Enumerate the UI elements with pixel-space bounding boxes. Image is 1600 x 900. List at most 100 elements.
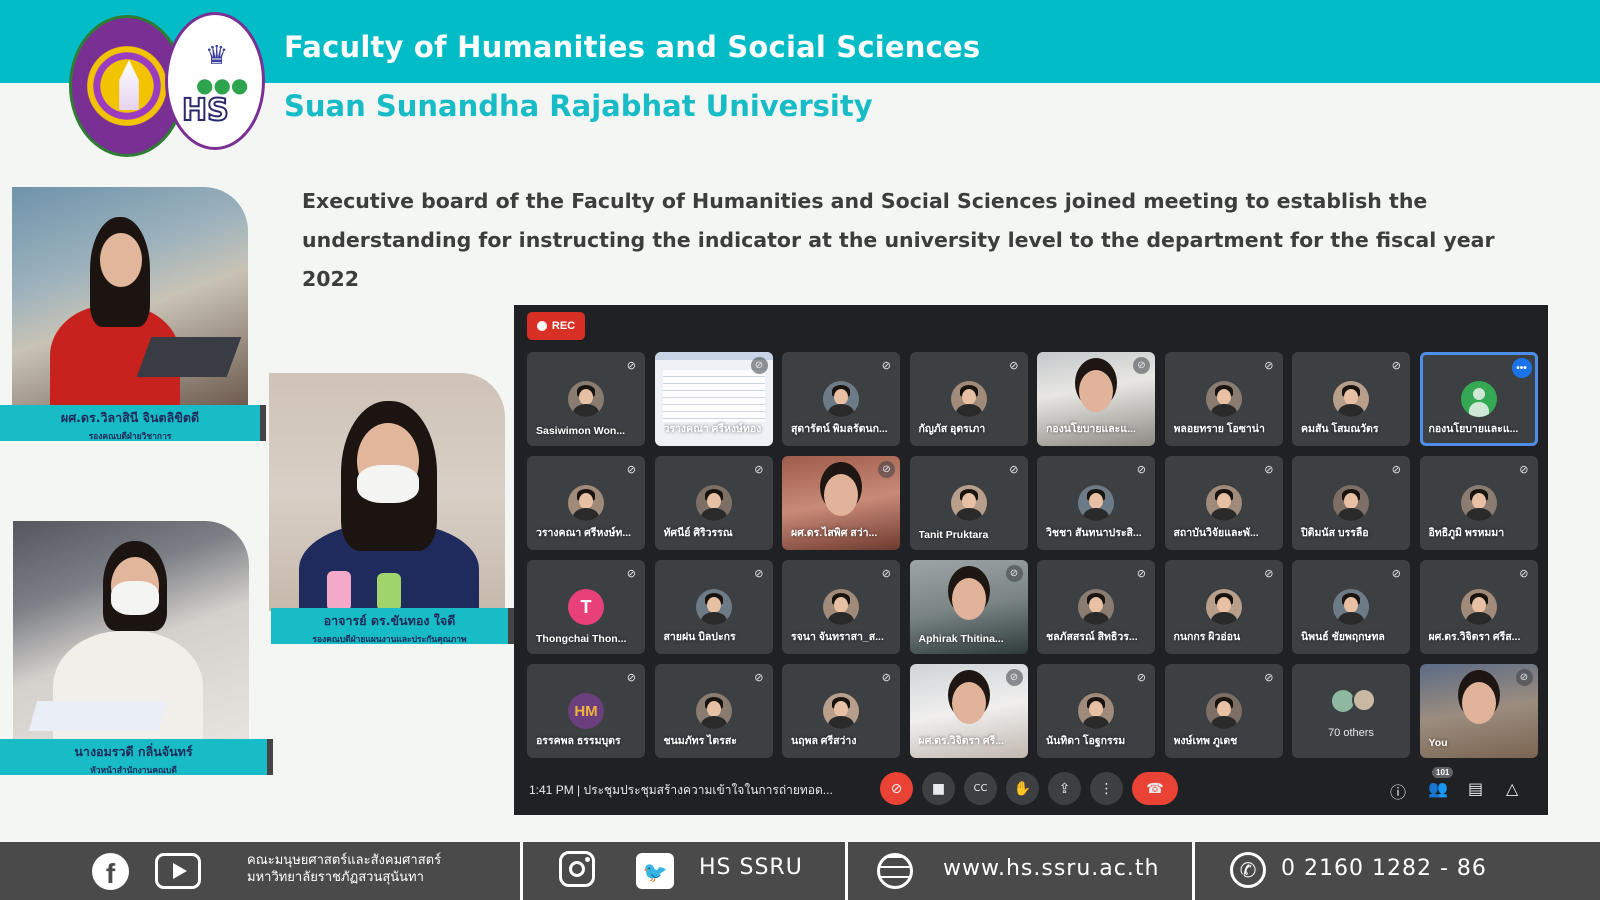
participant-name: พลอยทราย โอซาน่า	[1173, 423, 1265, 435]
faculty-seal-logo: ♛ ●●● HS	[165, 12, 265, 150]
facebook-icon[interactable]: f	[92, 853, 129, 890]
participant-avatar	[568, 485, 604, 521]
participant-tile[interactable]: วิชชา สันทนาประสิ... ⊘	[1037, 456, 1155, 550]
page-title: Faculty of Humanities and Social Science…	[284, 30, 981, 64]
participant-name: อิทธิภูมิ พรหมมา	[1428, 527, 1505, 539]
mic-muted-icon: ⊘	[1391, 567, 1401, 580]
participant-avatar	[695, 485, 732, 521]
present-icon[interactable]: ⇪	[1048, 772, 1081, 805]
face-mask	[111, 581, 159, 615]
participant-avatar	[1078, 485, 1114, 521]
info-icon[interactable]: ⓘ	[1390, 779, 1406, 803]
footer-divider	[1192, 842, 1195, 900]
youtube-icon[interactable]	[155, 853, 201, 889]
participant-name: ชลภัสสรณ์ สิทธิวร...	[1046, 631, 1138, 643]
participant-tile[interactable]: วรางคณา ศรีหงษ์ท... ⊘	[527, 456, 645, 550]
person-name: ผศ.ดร.วิลาสินี จินตลิขิตดี	[60, 410, 200, 425]
more-vert-icon[interactable]: ⋮	[1090, 772, 1123, 805]
mic-off-icon[interactable]: ⊘	[880, 772, 913, 805]
participant-tile[interactable]: ทัศนีย์ ศิริวรรณ ⊘	[654, 456, 773, 550]
participant-tile[interactable]: ผศ.ดร.ไสพิศ สว่า... ⊘	[782, 456, 900, 550]
people-icon[interactable]: 👥	[1428, 779, 1448, 798]
chat-icon[interactable]: ▤	[1468, 779, 1483, 798]
participant-tile[interactable]: นันทิดา โอฐกรรม ⊘	[1037, 664, 1155, 758]
participant-tile[interactable]: สุดารัตน์ พิมลรัตนก... ⊘	[782, 352, 900, 446]
footer-faculty-name: คณะมนุษยศาสตร์และสังคมศาสตร์ มหาวิทยาลัย…	[247, 853, 442, 885]
participant-tile[interactable]: คมสัน โสมณวัตร ⊘	[1292, 352, 1410, 446]
participant-avatar	[1333, 589, 1369, 625]
participant-tile[interactable]: นิพนธ์ ชัยพฤกษทล ⊘	[1292, 560, 1410, 654]
participant-tile[interactable]: Sasiwimon Won... ⊘	[527, 352, 645, 446]
mic-muted-icon: ⊘	[1136, 671, 1146, 684]
footer-social-handle: HS SSRU	[699, 855, 803, 880]
meeting-title: ประชุมประชุมสร้างความเข้าใจในการถ่ายทอด.…	[583, 783, 833, 797]
participant-tile[interactable]: พงษ์เทพ ภูเดช ⊘	[1164, 664, 1283, 758]
participant-tile[interactable]: กัญภัส อุดรเภา ⊘	[909, 352, 1028, 446]
temple-emblem	[119, 60, 139, 110]
person-role: รองคณบดีฝ่ายแผนงานและประกันคุณภาพ	[312, 635, 467, 645]
participant-tile[interactable]: วรางคณา ศรีหงษ์ทอง ⊘	[654, 352, 773, 446]
participant-video-face	[1079, 370, 1113, 412]
photo-executive-1	[12, 187, 248, 405]
participant-name: ผศ.ดร.วิจิตรา ศรีส...	[1428, 631, 1521, 643]
captions-icon[interactable]: CC	[964, 772, 997, 805]
participant-tile[interactable]: ปิติมนัส บรรลือ ⊘	[1292, 456, 1410, 550]
participant-tile[interactable]: Tanit Pruktara ⊘	[909, 456, 1028, 550]
participant-avatar	[950, 485, 987, 521]
photo-executive-3	[13, 521, 249, 739]
participant-tile[interactable]: T Thongchai Thon... ⊘	[527, 560, 645, 654]
footer-website[interactable]: www.hs.ssru.ac.th	[943, 856, 1159, 881]
participant-tile[interactable]: ผศ.ดร.วิจิตรา ศรีส... ⊘	[1419, 560, 1538, 654]
mic-muted-icon: ⊘	[626, 359, 636, 372]
participant-tile[interactable]: Aphirak Thitina... ⊘	[909, 560, 1028, 654]
participant-tile[interactable]: กองนโยบายและแ... •••	[1419, 352, 1538, 446]
mic-muted-icon: ⊘	[626, 463, 636, 476]
participant-name: นันทิดา โอฐกรรม	[1046, 735, 1126, 747]
footer-divider	[845, 842, 848, 900]
participant-tile[interactable]: กนกกร ผิวอ่อน ⊘	[1164, 560, 1283, 654]
participant-tile[interactable]: ชนมภัทร ไตรสะ ⊘	[654, 664, 773, 758]
participant-tile[interactable]: HM อรรคพล ธรรมบุตร ⊘	[527, 664, 645, 758]
mic-muted-icon: ⊘	[878, 461, 895, 478]
caption-executive-3: นางอมรวดี กลิ่นจันทร์ หัวหน้าสำนักงานคณบ…	[0, 739, 273, 776]
participant-tile[interactable]: กองนโยบายและแ... ⊘	[1037, 352, 1155, 446]
participant-tile[interactable]: อิทธิภูมิ พรหมมา ⊘	[1419, 456, 1538, 550]
mic-muted-icon: ⊘	[626, 567, 636, 580]
participant-avatar	[1205, 381, 1242, 417]
twitter-icon[interactable]: 🐦	[636, 853, 674, 889]
participant-avatar	[1460, 589, 1497, 625]
participant-tile[interactable]: You ⊘	[1419, 664, 1538, 758]
participant-tile[interactable]: พลอยทราย โอซาน่า ⊘	[1164, 352, 1283, 446]
participant-tile[interactable]: นฤพล ศรีสว่าง ⊘	[782, 664, 900, 758]
footer-divider	[520, 842, 523, 900]
mic-muted-icon: ⊘	[750, 357, 768, 374]
participant-tile[interactable]: สายฝน บิลปะกร ⊘	[654, 560, 773, 654]
participant-tile[interactable]: ชลภัสสรณ์ สิทธิวร... ⊘	[1037, 560, 1155, 654]
camera-icon[interactable]: ■	[922, 772, 955, 805]
participant-tile[interactable]: 70 others	[1292, 664, 1410, 758]
participant-name: คมสัน โสมณวัตร	[1301, 423, 1379, 435]
mic-muted-icon: ⊘	[1515, 669, 1533, 686]
more-options-icon[interactable]: •••	[1511, 358, 1532, 378]
participant-name: สายฝน บิลปะกร	[663, 631, 736, 643]
participant-name: นิพนธ์ ชัยพฤกษทล	[1301, 631, 1385, 643]
mic-muted-icon: ⊘	[1005, 669, 1023, 686]
mic-muted-icon: ⊘	[881, 567, 891, 580]
recording-indicator: REC	[527, 312, 585, 340]
participant-name: วรางคณา ศรีหงษ์ท...	[536, 527, 632, 539]
participant-avatar	[695, 589, 732, 625]
video-meeting-screenshot: REC Sasiwimon Won... ⊘ วรางคณา ศรีหงษ์ทอง ⊘…	[514, 305, 1548, 815]
person-name: นางอมรวดี กลิ่นจันทร์	[74, 744, 193, 759]
activities-icon[interactable]: △	[1506, 779, 1518, 798]
instagram-icon[interactable]	[559, 851, 595, 887]
participant-name: วรางคณา ศรีหงษ์ทอง	[663, 423, 762, 435]
end-call-icon[interactable]: ☎	[1132, 772, 1178, 805]
participant-video-face	[951, 578, 986, 620]
participant-tile[interactable]: ผศ.ดร.วิจิตรา ศรี... ⊘	[909, 664, 1028, 758]
participant-tile[interactable]: สถาบันวิจัยและพั... ⊘	[1164, 456, 1283, 550]
participant-tile[interactable]: รจนา จันทราสา_ส... ⊘	[782, 560, 900, 654]
participant-avatar	[1078, 589, 1114, 625]
mic-muted-icon: ⊘	[1264, 567, 1274, 580]
raise-hand-icon[interactable]: ✋	[1006, 772, 1039, 805]
participant-name: ผศ.ดร.ไสพิศ สว่า...	[791, 527, 878, 539]
